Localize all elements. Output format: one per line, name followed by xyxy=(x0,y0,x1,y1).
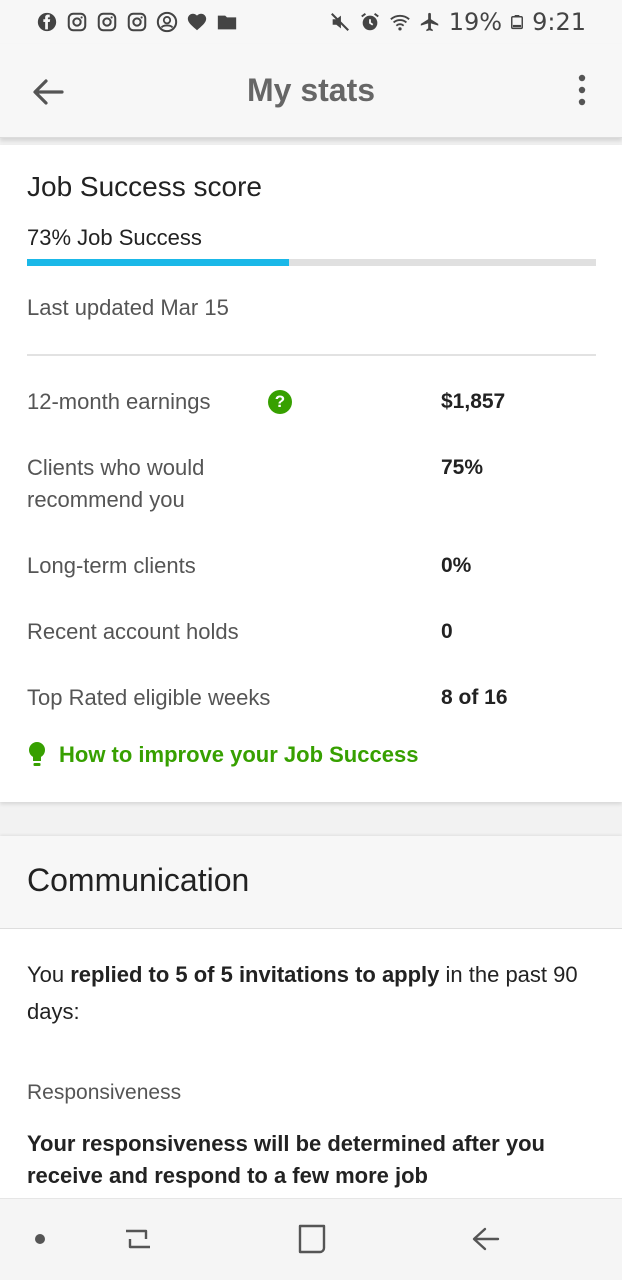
responsiveness-text: Your responsiveness will be determined a… xyxy=(27,1131,545,1188)
improve-job-success-link[interactable]: How to improve your Job Success xyxy=(27,741,418,769)
mute-icon xyxy=(330,13,349,31)
clock: 9:21 xyxy=(532,8,586,36)
system-status: 19% 9:21 xyxy=(329,8,586,36)
stat-label-earnings: 12-month earnings xyxy=(27,389,211,414)
communication-title: Communication xyxy=(27,862,250,898)
improve-link-label: How to improve your Job Success xyxy=(59,742,419,767)
reply-prefix: You xyxy=(27,962,71,987)
job-success-card: Job Success score 73% Job Success Last u… xyxy=(0,145,622,802)
system-nav-bar xyxy=(0,1198,622,1280)
communication-card: Communication You replied to 5 of 5 invi… xyxy=(0,836,622,1198)
stat-value-top-rated: 8 of 16 xyxy=(441,686,508,709)
invitation-reply-summary: You replied to 5 of 5 invitations to app… xyxy=(27,956,597,1030)
status-bar: 19% 9:21 xyxy=(0,0,622,44)
reply-count: replied to 5 of 5 invitations to apply xyxy=(70,962,440,987)
home-icon[interactable] xyxy=(294,1221,330,1257)
stat-value-earnings: $1,857 xyxy=(441,390,506,413)
stat-label-long-term: Long-term clients xyxy=(27,553,196,578)
lightbulb-icon xyxy=(29,742,45,766)
folder-icon xyxy=(217,15,237,30)
job-success-progress xyxy=(27,259,596,266)
stat-label-top-rated: Top Rated eligible weeks xyxy=(27,685,271,710)
airplane-icon xyxy=(420,12,438,32)
divider xyxy=(27,354,596,356)
instagram-icon xyxy=(97,12,117,32)
stat-label-recommend: Clients who would recommend you xyxy=(27,455,205,512)
communication-header: Communication xyxy=(0,836,622,929)
alarm-icon xyxy=(360,12,379,31)
instagram-icon xyxy=(67,12,87,32)
app-bar: My stats xyxy=(0,44,622,138)
heart-icon xyxy=(187,13,207,31)
help-icon[interactable]: ? xyxy=(268,390,292,414)
job-success-progress-fill xyxy=(27,259,289,266)
stat-value-recommend: 75% xyxy=(441,456,484,479)
facebook-icon xyxy=(37,12,57,32)
account-icon xyxy=(156,11,178,33)
wifi-icon xyxy=(389,14,410,31)
recents-icon[interactable] xyxy=(120,1221,156,1257)
battery-icon xyxy=(511,15,524,30)
job-success-title: Job Success score xyxy=(27,171,262,202)
stat-value-long-term: 0% xyxy=(441,554,472,577)
last-updated: Last updated Mar 15 xyxy=(27,295,229,320)
job-success-percent: 73% Job Success xyxy=(27,225,202,250)
page-title: My stats xyxy=(246,72,376,108)
nav-dot-icon[interactable] xyxy=(22,1221,58,1257)
responsiveness-label: Responsiveness xyxy=(27,1081,182,1104)
nav-back-icon[interactable] xyxy=(468,1221,504,1257)
battery-percent: 19% xyxy=(448,8,503,36)
instagram-icon xyxy=(127,12,147,32)
stat-value-holds: 0 xyxy=(441,620,453,643)
notification-icons xyxy=(36,11,238,33)
more-vert-icon[interactable] xyxy=(568,70,596,110)
stat-label-holds: Recent account holds xyxy=(27,619,239,644)
